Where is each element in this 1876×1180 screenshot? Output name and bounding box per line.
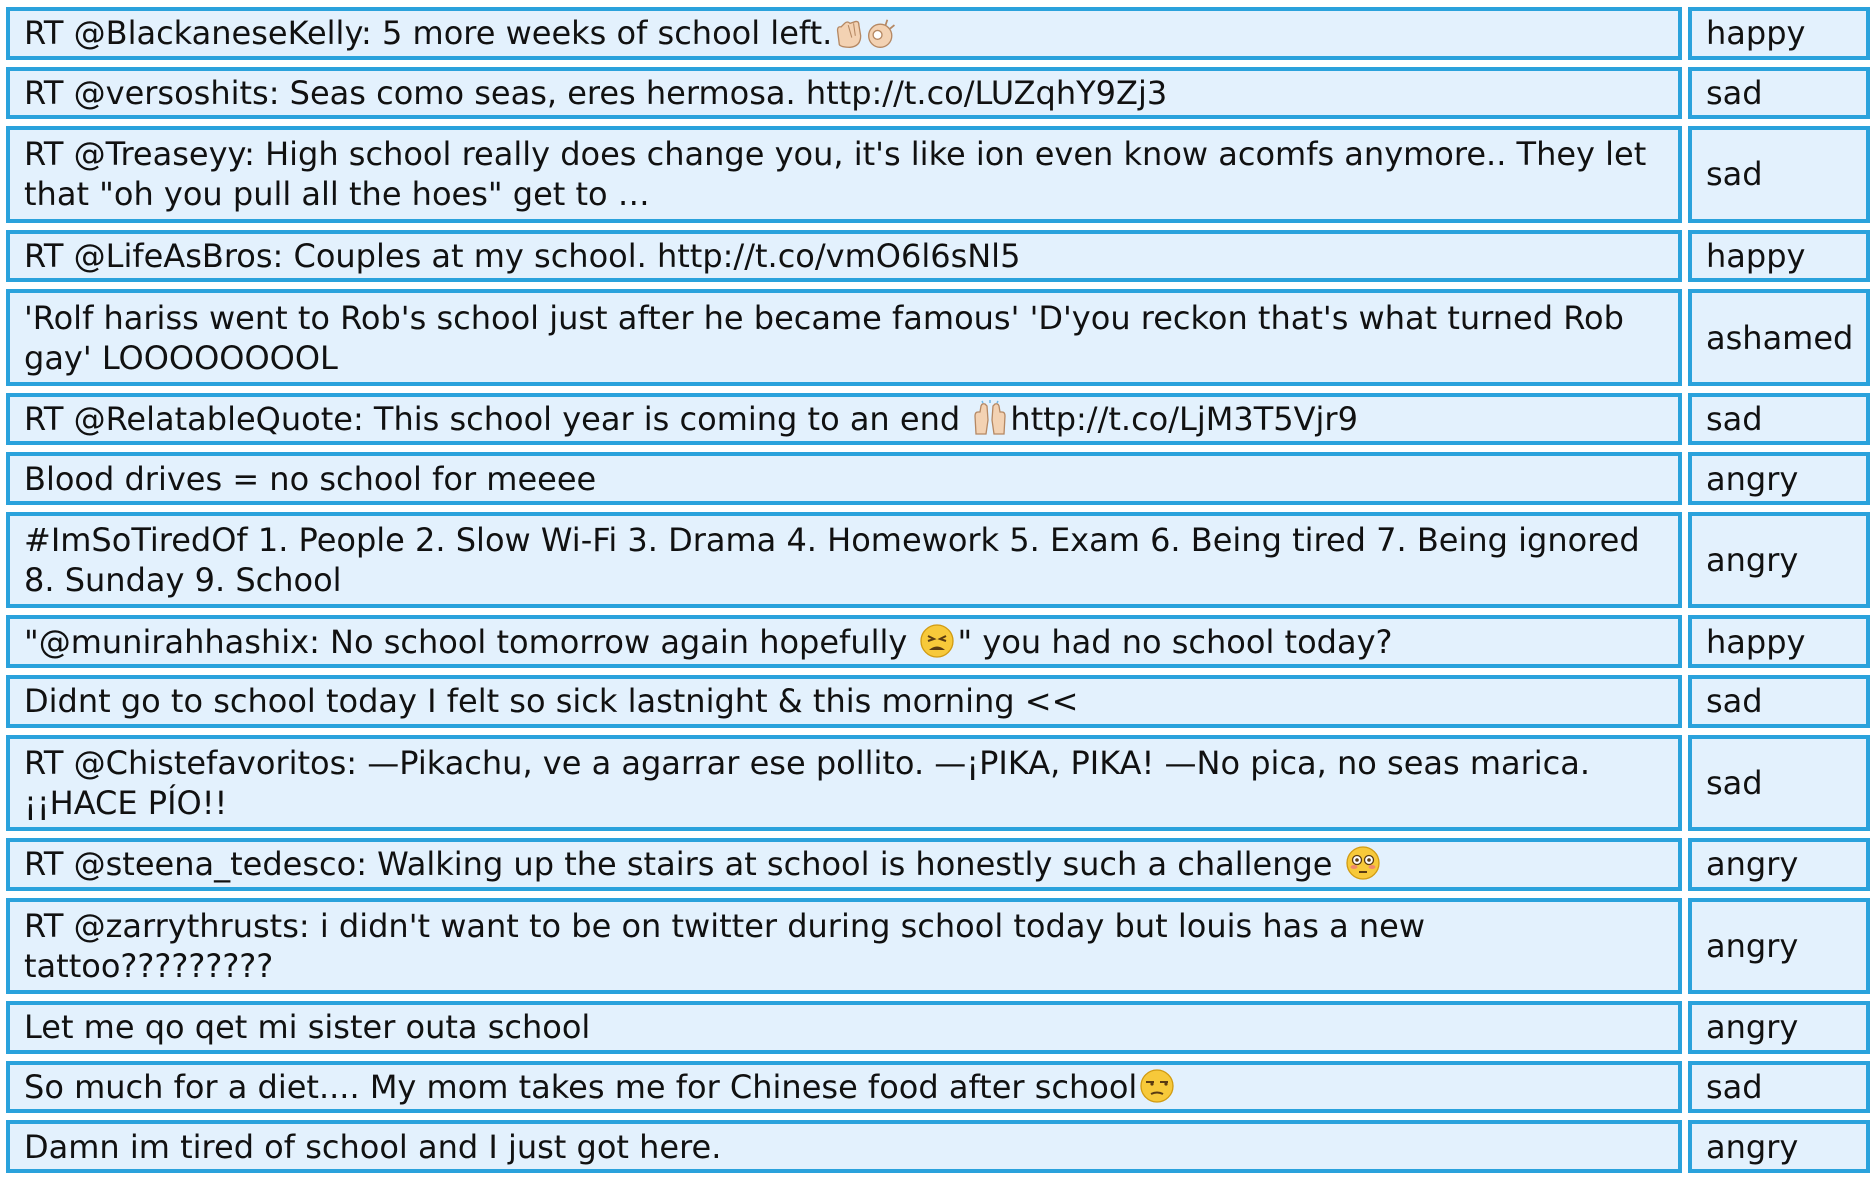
tweet-text-continued: http://t.co/LjM3T5Vjr9 xyxy=(1010,400,1358,439)
emotion-label-cell: angry xyxy=(1688,838,1870,891)
emotion-label-cell: angry xyxy=(1688,897,1870,995)
tweet-text-cell: #ImSoTiredOf 1. People 2. Slow Wi-Fi 3. … xyxy=(6,511,1682,609)
emotion-label: sad xyxy=(1706,763,1763,802)
tweet-text: RT @zarrythrusts: i didn't want to be on… xyxy=(24,906,1425,985)
table-row: So much for a diet.... My mom takes me f… xyxy=(6,1060,1870,1114)
tweet-text-cell: RT @steena_tedesco: Walking up the stair… xyxy=(6,838,1682,891)
emotion-label: happy xyxy=(1706,236,1806,275)
raising-hands-icon xyxy=(970,400,1010,438)
clapping-hands-ok-hand-icon xyxy=(832,14,900,52)
emotion-label-cell: angry xyxy=(1688,1120,1870,1173)
tweet-text-cell: RT @LifeAsBros: Couples at my school. ht… xyxy=(6,229,1682,283)
tweet-text: RT @LifeAsBros: Couples at my school. ht… xyxy=(24,236,1021,275)
emotion-label-cell: sad xyxy=(1688,126,1870,223)
flushed-face-icon xyxy=(1343,845,1383,883)
tweet-text: So much for a diet.... My mom takes me f… xyxy=(24,1068,1138,1107)
tweet-text: "@munirahhashix: No school tomorrow agai… xyxy=(24,622,918,661)
emotion-label: sad xyxy=(1706,682,1763,721)
tweet-emotion-table: RT @BlackaneseKelly: 5 more weeks of sch… xyxy=(0,0,1876,1180)
tweet-text: RT @Chistefavoritos: —Pikachu, ve a agar… xyxy=(24,743,1591,822)
emotion-label: angry xyxy=(1706,926,1799,965)
table-row: Blood drives = no school for meeee angry xyxy=(6,452,1870,505)
tweet-text: Damn im tired of school and I just got h… xyxy=(24,1127,722,1166)
unamused-face-icon xyxy=(1137,1068,1177,1106)
tweet-text-cell: RT @RelatableQuote: This school year is … xyxy=(6,392,1682,446)
table-row: RT @BlackaneseKelly: 5 more weeks of sch… xyxy=(6,7,1870,60)
table-row: RT @RelatableQuote: This school year is … xyxy=(6,392,1870,446)
tweet-text-cell: RT @Chistefavoritos: —Pikachu, ve a agar… xyxy=(6,734,1682,832)
emotion-label-cell: happy xyxy=(1688,7,1870,60)
table-row: RT @Chistefavoritos: —Pikachu, ve a agar… xyxy=(6,734,1870,832)
table-row: 'Rolf hariss went to Rob's school just a… xyxy=(6,289,1870,386)
emotion-label: happy xyxy=(1706,14,1806,53)
emotion-label-cell: angry xyxy=(1688,452,1870,505)
tweet-text: RT @RelatableQuote: This school year is … xyxy=(24,400,971,439)
emotion-label-cell: sad xyxy=(1688,392,1870,446)
tweet-text: RT @steena_tedesco: Walking up the stair… xyxy=(24,845,1343,884)
tweet-text: Let me qo qet mi sister outa school xyxy=(24,1008,591,1047)
table-row: Let me qo qet mi sister outa school angry xyxy=(6,1001,1870,1054)
emotion-label: sad xyxy=(1706,73,1763,112)
tweet-text-cell: Damn im tired of school and I just got h… xyxy=(6,1120,1682,1173)
emotion-label-cell: angry xyxy=(1688,1001,1870,1054)
tweet-text: RT @versoshits: Seas como seas, eres her… xyxy=(24,73,1168,112)
tweet-text-cell: Let me qo qet mi sister outa school xyxy=(6,1001,1682,1054)
table-row: Didnt go to school today I felt so sick … xyxy=(6,675,1870,728)
tweet-text-cell: Blood drives = no school for meeee xyxy=(6,452,1682,505)
emotion-label: angry xyxy=(1706,541,1799,580)
table-row: RT @steena_tedesco: Walking up the stair… xyxy=(6,838,1870,891)
tweet-text-cell: RT @versoshits: Seas como seas, eres her… xyxy=(6,66,1682,120)
tweet-text-cell: RT @Treaseyy: High school really does ch… xyxy=(6,126,1682,223)
tweet-text: Blood drives = no school for meeee xyxy=(24,459,597,498)
tweet-text: 'Rolf hariss went to Rob's school just a… xyxy=(24,298,1624,377)
emotion-label: angry xyxy=(1706,459,1799,498)
emotion-label-cell: sad xyxy=(1688,675,1870,728)
tweet-text-cell: RT @BlackaneseKelly: 5 more weeks of sch… xyxy=(6,7,1682,60)
emotion-label-cell: sad xyxy=(1688,734,1870,832)
table-row: RT @Treaseyy: High school really does ch… xyxy=(6,126,1870,223)
emotion-label-cell: sad xyxy=(1688,1060,1870,1114)
table-row: RT @versoshits: Seas como seas, eres her… xyxy=(6,66,1870,120)
tweet-text: RT @Treaseyy: High school really does ch… xyxy=(24,135,1647,214)
tweet-text: #ImSoTiredOf 1. People 2. Slow Wi-Fi 3. … xyxy=(24,521,1640,600)
emotion-label-cell: ashamed xyxy=(1688,289,1870,386)
table-body: RT @BlackaneseKelly: 5 more weeks of sch… xyxy=(6,7,1870,1173)
emotion-label: sad xyxy=(1706,400,1763,439)
emotion-label: ashamed xyxy=(1706,318,1854,357)
tired-face-icon xyxy=(917,623,957,661)
emotion-label: sad xyxy=(1706,1068,1763,1107)
table-row: Damn im tired of school and I just got h… xyxy=(6,1120,1870,1173)
table-row: #ImSoTiredOf 1. People 2. Slow Wi-Fi 3. … xyxy=(6,511,1870,609)
emotion-label-cell: happy xyxy=(1688,615,1870,669)
emotion-label: angry xyxy=(1706,1127,1799,1166)
tweet-text: RT @BlackaneseKelly: 5 more weeks of sch… xyxy=(24,14,833,53)
table-row: RT @zarrythrusts: i didn't want to be on… xyxy=(6,897,1870,995)
emotion-label: sad xyxy=(1706,155,1763,194)
emotion-label-cell: angry xyxy=(1688,511,1870,609)
tweet-text-cell: Didnt go to school today I felt so sick … xyxy=(6,675,1682,728)
emotion-label: happy xyxy=(1706,622,1806,661)
tweet-text-cell: 'Rolf hariss went to Rob's school just a… xyxy=(6,289,1682,386)
emotion-label-cell: sad xyxy=(1688,66,1870,120)
emotion-label: angry xyxy=(1706,845,1799,884)
emotion-label-cell: happy xyxy=(1688,229,1870,283)
tweet-text-cell: RT @zarrythrusts: i didn't want to be on… xyxy=(6,897,1682,995)
tweet-text-continued: " you had no school today? xyxy=(957,622,1393,661)
tweet-text-cell: So much for a diet.... My mom takes me f… xyxy=(6,1060,1682,1114)
table-row: RT @LifeAsBros: Couples at my school. ht… xyxy=(6,229,1870,283)
table-row: "@munirahhashix: No school tomorrow agai… xyxy=(6,615,1870,669)
tweet-text: Didnt go to school today I felt so sick … xyxy=(24,682,1079,721)
tweet-text-cell: "@munirahhashix: No school tomorrow agai… xyxy=(6,615,1682,669)
emotion-label: angry xyxy=(1706,1008,1799,1047)
